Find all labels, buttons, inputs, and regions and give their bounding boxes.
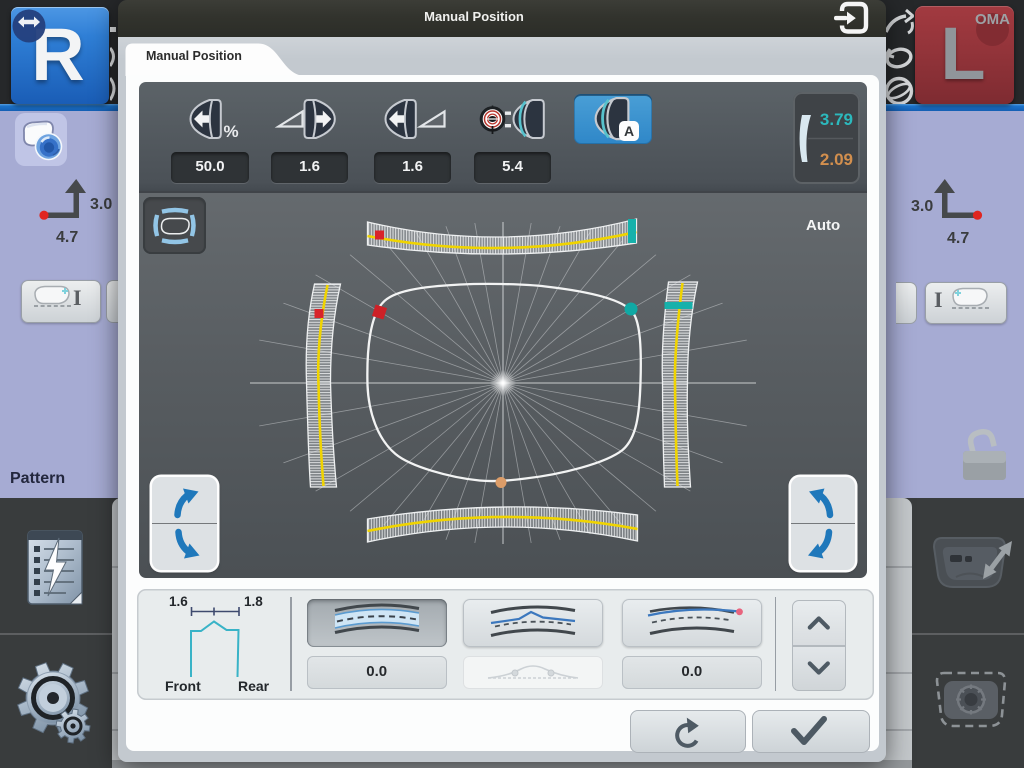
svg-text:2.09: 2.09 [820, 150, 853, 169]
svg-text:%: % [223, 122, 238, 141]
svg-text:I: I [73, 285, 82, 310]
svg-text:I: I [934, 287, 943, 312]
svg-text:3.79: 3.79 [820, 110, 853, 129]
